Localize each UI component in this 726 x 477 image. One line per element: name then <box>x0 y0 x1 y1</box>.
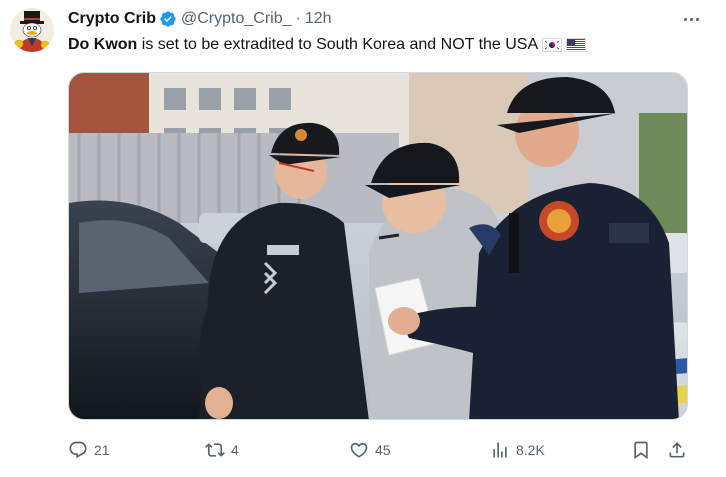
reply-button[interactable]: 21 <box>68 436 110 464</box>
analytics-icon <box>493 442 507 458</box>
retweet-count: 4 <box>231 442 239 458</box>
timestamp[interactable]: 12h <box>305 10 332 28</box>
more-options-icon[interactable] <box>680 10 702 28</box>
separator-dot: · <box>295 10 301 27</box>
verified-badge-icon <box>159 10 177 28</box>
photo-police-escort-icon <box>69 73 687 419</box>
tweet-text-bold: Do Kwon <box>68 36 138 53</box>
display-name[interactable]: Crypto Crib <box>68 10 156 28</box>
bookmark-button[interactable] <box>631 436 651 464</box>
tweet-text-body: is set to be extradited to South Korea a… <box>137 36 539 53</box>
reply-count: 21 <box>94 442 110 458</box>
south-korea-flag-icon <box>542 38 563 52</box>
views-button[interactable]: 8.2K <box>490 436 545 464</box>
reply-icon <box>69 441 87 459</box>
retweet-button[interactable]: 4 <box>205 436 239 464</box>
tweet-actions: 21 4 45 8.2K <box>68 436 698 464</box>
tweet-text: Do Kwon is set to be extradited to South… <box>68 34 587 56</box>
avatar[interactable] <box>10 8 54 52</box>
like-count: 45 <box>375 442 391 458</box>
retweet-icon <box>205 443 225 457</box>
avatar-image-icon <box>10 8 54 52</box>
share-button[interactable] <box>667 436 687 464</box>
views-count: 8.2K <box>516 442 545 458</box>
heart-icon <box>350 442 368 458</box>
bookmark-icon <box>634 441 648 460</box>
user-handle[interactable]: @Crypto_Crib_ <box>181 10 292 28</box>
tweet-header: Crypto Crib @Crypto_Crib_ · 12h <box>68 8 332 30</box>
usa-flag-icon <box>566 38 587 52</box>
tweet-card[interactable]: Crypto Crib @Crypto_Crib_ · 12h Do Kwon … <box>0 0 726 477</box>
share-icon <box>669 442 685 458</box>
like-button[interactable]: 45 <box>349 436 391 464</box>
tweet-photo[interactable] <box>68 72 688 420</box>
